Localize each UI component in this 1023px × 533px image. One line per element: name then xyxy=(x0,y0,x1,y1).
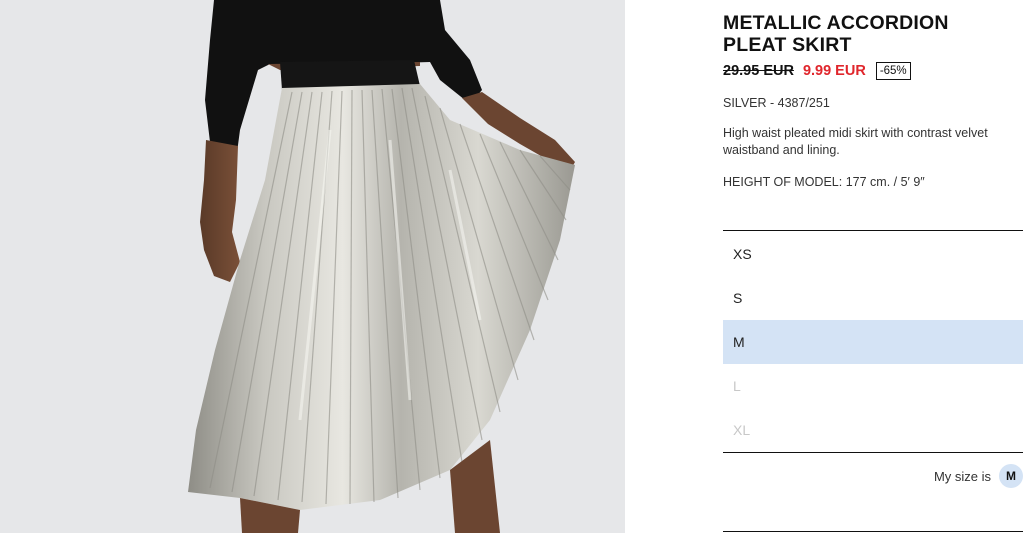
size-option-l[interactable]: L xyxy=(723,364,1023,408)
my-size-recommendation[interactable]: My size is M xyxy=(934,464,1023,488)
size-option-xl[interactable]: XL xyxy=(723,408,1023,452)
model-height: HEIGHT OF MODEL: 177 cm. / 5′ 9″ xyxy=(723,175,925,189)
size-option-s[interactable]: S xyxy=(723,276,1023,320)
size-option-m[interactable]: M xyxy=(723,320,1023,364)
color-reference: SILVER - 4387/251 xyxy=(723,96,830,110)
my-size-badge: M xyxy=(999,464,1023,488)
product-image xyxy=(0,0,625,533)
product-title: METALLIC ACCORDION PLEAT SKIRT xyxy=(723,12,949,56)
product-description: High waist pleated midi skirt with contr… xyxy=(723,126,988,157)
product-info-panel: METALLIC ACCORDION PLEAT SKIRT 29.95 EUR… xyxy=(723,0,1023,533)
original-price: 29.95 EUR xyxy=(723,63,794,79)
size-selector: XS S M L XL xyxy=(723,230,1023,453)
discount-badge: -65% xyxy=(875,62,911,80)
my-size-label: My size is xyxy=(933,468,991,484)
divider xyxy=(723,531,1023,532)
product-page: METALLIC ACCORDION PLEAT SKIRT 29.95 EUR… xyxy=(0,0,1023,533)
price-row: 29.95 EUR 9.99 EUR -65% xyxy=(723,61,1023,81)
product-photo[interactable] xyxy=(0,0,625,533)
sale-price: 9.99 EUR xyxy=(802,63,866,79)
size-option-xs[interactable]: XS xyxy=(723,232,1023,276)
